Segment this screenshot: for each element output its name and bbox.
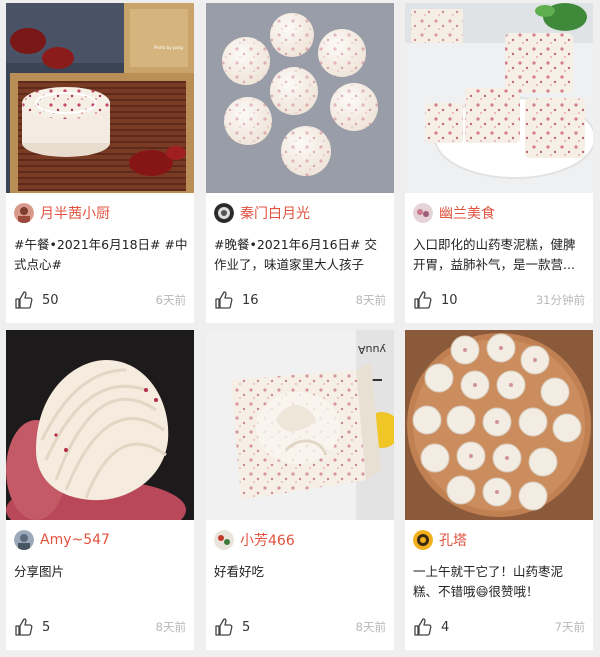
recipe-card[interactable]: Amy~547 分享图片 5 8天前 <box>6 330 194 650</box>
thumbs-up-icon[interactable] <box>14 617 34 637</box>
post-description[interactable]: 好看好吃 <box>214 562 388 602</box>
avatar[interactable] <box>214 203 234 223</box>
recipe-card[interactable]: 幽兰美食 入口即化的山药枣泥糕，健脾开胃，益肺补气，是一款营... 10 31分… <box>405 3 593 323</box>
recipe-card[interactable]: 孔塔 一上午就干它了！山药枣泥糕、不错哦😄很赞哦！ 4 7天前 <box>405 330 593 650</box>
recipe-photo[interactable]: Photo by pang <box>6 3 194 193</box>
recipe-photo[interactable]: yuuA <box>206 330 394 520</box>
thumbs-up-icon[interactable] <box>214 290 234 310</box>
post-time: 8天前 <box>155 620 186 634</box>
recipe-card[interactable]: Photo by pang 月半茜小厨 #午餐•2021年6月18日# #中式点… <box>6 3 194 323</box>
thumbs-up-icon[interactable] <box>413 290 433 310</box>
avatar[interactable] <box>413 530 433 550</box>
post-time: 8天前 <box>355 293 386 307</box>
post-description[interactable]: #午餐•2021年6月18日# #中式点心# <box>14 235 188 275</box>
avatar[interactable] <box>14 530 34 550</box>
author-name[interactable]: 孔塔 <box>439 530 467 550</box>
post-time: 7天前 <box>554 620 585 634</box>
like-count: 5 <box>242 619 251 635</box>
avatar[interactable] <box>14 203 34 223</box>
recipe-photo[interactable] <box>206 3 394 193</box>
post-meta: 5 8天前 <box>214 616 386 638</box>
avatar[interactable] <box>413 203 433 223</box>
author[interactable]: 月半茜小厨 <box>14 201 110 225</box>
post-meta: 5 8天前 <box>14 616 186 638</box>
author-name[interactable]: 秦门白月光 <box>240 203 310 223</box>
photo-text: yuuA <box>358 343 386 356</box>
like-count: 4 <box>441 619 450 635</box>
thumbs-up-icon[interactable] <box>214 617 234 637</box>
post-description[interactable]: 入口即化的山药枣泥糕，健脾开胃，益肺补气，是一款营... <box>413 235 587 275</box>
post-description[interactable]: 一上午就干它了！山药枣泥糕、不错哦😄很赞哦！ <box>413 562 587 602</box>
author[interactable]: 幽兰美食 <box>413 201 495 225</box>
recipe-photo[interactable] <box>405 3 593 193</box>
photo-watermark: Photo by pang <box>154 45 183 50</box>
post-description[interactable]: #晚餐•2021年6月16日# 交作业了，味道家里大人孩子都... <box>214 235 388 275</box>
post-time: 31分钟前 <box>535 293 585 307</box>
author-name[interactable]: Amy~547 <box>40 532 110 548</box>
post-time: 8天前 <box>355 620 386 634</box>
thumbs-up-icon[interactable] <box>413 617 433 637</box>
like-count: 5 <box>42 619 51 635</box>
post-meta: 16 8天前 <box>214 289 386 311</box>
post-meta: 4 7天前 <box>413 616 585 638</box>
author[interactable]: 秦门白月光 <box>214 201 310 225</box>
author[interactable]: 孔塔 <box>413 528 467 552</box>
post-description[interactable]: 分享图片 <box>14 562 188 602</box>
recipe-photo[interactable] <box>6 330 194 520</box>
post-meta: 50 6天前 <box>14 289 186 311</box>
avatar[interactable] <box>214 530 234 550</box>
author[interactable]: Amy~547 <box>14 528 110 552</box>
recipe-card[interactable]: yuuA 小芳466 好看好吃 5 8天前 <box>206 330 394 650</box>
recipe-photo[interactable] <box>405 330 593 520</box>
author-name[interactable]: 小芳466 <box>240 530 295 550</box>
post-time: 6天前 <box>155 293 186 307</box>
author-name[interactable]: 月半茜小厨 <box>40 203 110 223</box>
post-meta: 10 31分钟前 <box>413 289 585 311</box>
recipe-card[interactable]: 秦门白月光 #晚餐•2021年6月16日# 交作业了，味道家里大人孩子都... … <box>206 3 394 323</box>
author[interactable]: 小芳466 <box>214 528 295 552</box>
thumbs-up-icon[interactable] <box>14 290 34 310</box>
like-count: 50 <box>42 292 59 308</box>
like-count: 10 <box>441 292 458 308</box>
like-count: 16 <box>242 292 259 308</box>
author-name[interactable]: 幽兰美食 <box>439 203 495 223</box>
